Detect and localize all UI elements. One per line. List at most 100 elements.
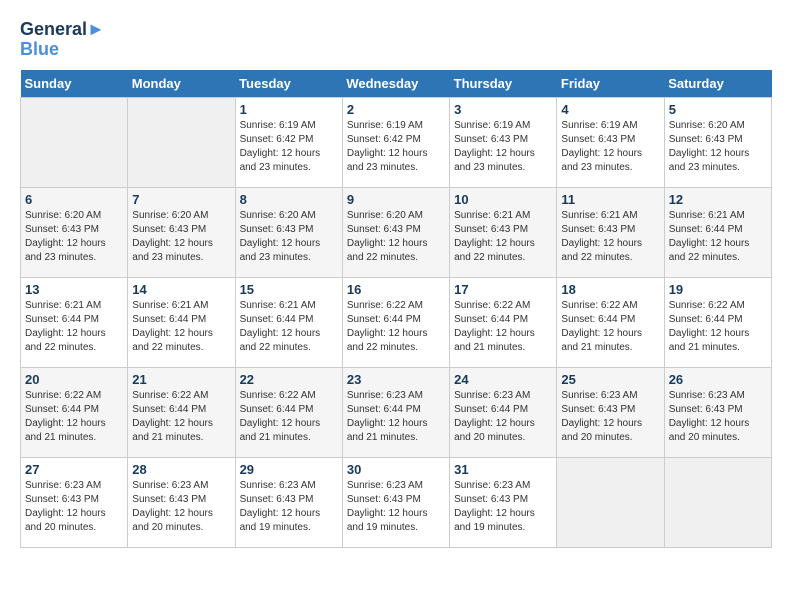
- calendar-cell: 2 Sunrise: 6:19 AM Sunset: 6:42 PM Daylig…: [342, 97, 449, 187]
- calendar-cell: 17 Sunrise: 6:22 AM Sunset: 6:44 PM Dayli…: [450, 277, 557, 367]
- day-info: Sunrise: 6:23 AM Sunset: 6:43 PM Dayligh…: [561, 389, 659, 445]
- calendar-cell: 8Sunrise: 6:20 AM Sunset: 6:43 PM Daylig…: [235, 187, 342, 277]
- calendar-cell: [21, 97, 128, 187]
- day-info: Sunrise: 6:20 AM Sunset: 6:43 PM Dayligh…: [240, 209, 338, 265]
- calendar-cell: 10 Sunrise: 6:21 AM Sunset: 6:43 PM Dayli…: [450, 187, 557, 277]
- day-number: 12: [669, 192, 767, 207]
- day-number: 10: [454, 192, 552, 207]
- calendar-body: 1 Sunrise: 6:19 AM Sunset: 6:42 PM Daylig…: [21, 97, 772, 547]
- calendar-cell: 3Sunrise: 6:19 AM Sunset: 6:43 PM Daylig…: [450, 97, 557, 187]
- calendar-cell: 29 Sunrise: 6:23 AM Sunset: 6:43 PM Dayli…: [235, 457, 342, 547]
- calendar-cell: 24 Sunrise: 6:23 AM Sunset: 6:44 PM Dayli…: [450, 367, 557, 457]
- day-info: Sunrise: 6:22 AM Sunset: 6:44 PM Dayligh…: [25, 389, 123, 445]
- day-info: Sunrise: 6:21 AM Sunset: 6:44 PM Dayligh…: [669, 209, 767, 265]
- calendar-cell: 15 Sunrise: 6:21 AM Sunset: 6:44 PM Dayli…: [235, 277, 342, 367]
- calendar-cell: 14Sunrise: 6:21 AM Sunset: 6:44 PM Dayli…: [128, 277, 235, 367]
- day-number: 22: [240, 372, 338, 387]
- calendar-cell: 22 Sunrise: 6:22 AM Sunset: 6:44 PM Dayli…: [235, 367, 342, 457]
- day-info: Sunrise: 6:23 AM Sunset: 6:43 PM Dayligh…: [132, 479, 230, 535]
- day-number: 15: [240, 282, 338, 297]
- day-number: 2: [347, 102, 445, 117]
- day-number: 26: [669, 372, 767, 387]
- day-info: Sunrise: 6:20 AM Sunset: 6:43 PM Dayligh…: [25, 209, 123, 265]
- day-number: 23: [347, 372, 445, 387]
- calendar-cell: [128, 97, 235, 187]
- day-info: Sunrise: 6:19 AM Sunset: 6:43 PM Dayligh…: [561, 119, 659, 175]
- calendar-cell: 20 Sunrise: 6:22 AM Sunset: 6:44 PM Dayli…: [21, 367, 128, 457]
- day-info: Sunrise: 6:21 AM Sunset: 6:44 PM Dayligh…: [240, 299, 338, 355]
- calendar-cell: 11Sunrise: 6:21 AM Sunset: 6:43 PM Dayli…: [557, 187, 664, 277]
- calendar-cell: 28 Sunrise: 6:23 AM Sunset: 6:43 PM Dayli…: [128, 457, 235, 547]
- calendar-cell: 31 Sunrise: 6:23 AM Sunset: 6:43 PM Dayli…: [450, 457, 557, 547]
- day-info: Sunrise: 6:20 AM Sunset: 6:43 PM Dayligh…: [669, 119, 767, 175]
- weekday-header: Saturday: [664, 70, 771, 98]
- day-number: 20: [25, 372, 123, 387]
- calendar-cell: [664, 457, 771, 547]
- day-number: 7: [132, 192, 230, 207]
- calendar-cell: 18 Sunrise: 6:22 AM Sunset: 6:44 PM Dayli…: [557, 277, 664, 367]
- calendar-cell: 6Sunrise: 6:20 AM Sunset: 6:43 PM Daylig…: [21, 187, 128, 277]
- day-info: Sunrise: 6:22 AM Sunset: 6:44 PM Dayligh…: [454, 299, 552, 355]
- day-info: Sunrise: 6:21 AM Sunset: 6:43 PM Dayligh…: [454, 209, 552, 265]
- calendar-cell: 12 Sunrise: 6:21 AM Sunset: 6:44 PM Dayli…: [664, 187, 771, 277]
- day-info: Sunrise: 6:23 AM Sunset: 6:43 PM Dayligh…: [240, 479, 338, 535]
- day-info: Sunrise: 6:21 AM Sunset: 6:44 PM Dayligh…: [25, 299, 123, 355]
- day-number: 4: [561, 102, 659, 117]
- weekday-row: SundayMondayTuesdayWednesdayThursdayFrid…: [21, 70, 772, 98]
- weekday-header: Wednesday: [342, 70, 449, 98]
- day-info: Sunrise: 6:20 AM Sunset: 6:43 PM Dayligh…: [132, 209, 230, 265]
- calendar-cell: 7 Sunrise: 6:20 AM Sunset: 6:43 PM Daylig…: [128, 187, 235, 277]
- day-number: 16: [347, 282, 445, 297]
- day-info: Sunrise: 6:23 AM Sunset: 6:44 PM Dayligh…: [347, 389, 445, 445]
- day-info: Sunrise: 6:22 AM Sunset: 6:44 PM Dayligh…: [132, 389, 230, 445]
- day-number: 9: [347, 192, 445, 207]
- weekday-header: Tuesday: [235, 70, 342, 98]
- day-number: 25: [561, 372, 659, 387]
- calendar-cell: 1 Sunrise: 6:19 AM Sunset: 6:42 PM Daylig…: [235, 97, 342, 187]
- day-number: 1: [240, 102, 338, 117]
- calendar-cell: 26 Sunrise: 6:23 AM Sunset: 6:43 PM Dayli…: [664, 367, 771, 457]
- calendar-week-row: 1 Sunrise: 6:19 AM Sunset: 6:42 PM Daylig…: [21, 97, 772, 187]
- day-number: 13: [25, 282, 123, 297]
- calendar-cell: 4 Sunrise: 6:19 AM Sunset: 6:43 PM Daylig…: [557, 97, 664, 187]
- calendar-cell: 19Sunrise: 6:22 AM Sunset: 6:44 PM Dayli…: [664, 277, 771, 367]
- day-number: 27: [25, 462, 123, 477]
- day-number: 5: [669, 102, 767, 117]
- day-info: Sunrise: 6:19 AM Sunset: 6:42 PM Dayligh…: [347, 119, 445, 175]
- day-info: Sunrise: 6:23 AM Sunset: 6:43 PM Dayligh…: [454, 479, 552, 535]
- day-number: 30: [347, 462, 445, 477]
- day-info: Sunrise: 6:22 AM Sunset: 6:44 PM Dayligh…: [669, 299, 767, 355]
- day-number: 29: [240, 462, 338, 477]
- day-number: 18: [561, 282, 659, 297]
- day-number: 21: [132, 372, 230, 387]
- calendar-cell: 25 Sunrise: 6:23 AM Sunset: 6:43 PM Dayli…: [557, 367, 664, 457]
- day-info: Sunrise: 6:23 AM Sunset: 6:43 PM Dayligh…: [347, 479, 445, 535]
- day-number: 28: [132, 462, 230, 477]
- calendar-cell: 27 Sunrise: 6:23 AM Sunset: 6:43 PM Dayli…: [21, 457, 128, 547]
- logo-text: General►Blue: [20, 20, 105, 60]
- day-info: Sunrise: 6:19 AM Sunset: 6:42 PM Dayligh…: [240, 119, 338, 175]
- day-info: Sunrise: 6:23 AM Sunset: 6:43 PM Dayligh…: [669, 389, 767, 445]
- calendar-cell: 30 Sunrise: 6:23 AM Sunset: 6:43 PM Dayli…: [342, 457, 449, 547]
- day-number: 17: [454, 282, 552, 297]
- calendar-cell: 16 Sunrise: 6:22 AM Sunset: 6:44 PM Dayli…: [342, 277, 449, 367]
- calendar-table: SundayMondayTuesdayWednesdayThursdayFrid…: [20, 70, 772, 548]
- day-number: 14: [132, 282, 230, 297]
- calendar-week-row: 20 Sunrise: 6:22 AM Sunset: 6:44 PM Dayli…: [21, 367, 772, 457]
- calendar-week-row: 6Sunrise: 6:20 AM Sunset: 6:43 PM Daylig…: [21, 187, 772, 277]
- weekday-header: Monday: [128, 70, 235, 98]
- day-info: Sunrise: 6:22 AM Sunset: 6:44 PM Dayligh…: [347, 299, 445, 355]
- day-number: 11: [561, 192, 659, 207]
- day-number: 31: [454, 462, 552, 477]
- day-info: Sunrise: 6:19 AM Sunset: 6:43 PM Dayligh…: [454, 119, 552, 175]
- day-info: Sunrise: 6:22 AM Sunset: 6:44 PM Dayligh…: [240, 389, 338, 445]
- day-info: Sunrise: 6:22 AM Sunset: 6:44 PM Dayligh…: [561, 299, 659, 355]
- day-info: Sunrise: 6:20 AM Sunset: 6:43 PM Dayligh…: [347, 209, 445, 265]
- weekday-header: Sunday: [21, 70, 128, 98]
- page-header: General►Blue: [20, 20, 772, 60]
- day-info: Sunrise: 6:23 AM Sunset: 6:44 PM Dayligh…: [454, 389, 552, 445]
- calendar-cell: 13 Sunrise: 6:21 AM Sunset: 6:44 PM Dayli…: [21, 277, 128, 367]
- day-number: 24: [454, 372, 552, 387]
- calendar-cell: 5 Sunrise: 6:20 AM Sunset: 6:43 PM Daylig…: [664, 97, 771, 187]
- day-info: Sunrise: 6:23 AM Sunset: 6:43 PM Dayligh…: [25, 479, 123, 535]
